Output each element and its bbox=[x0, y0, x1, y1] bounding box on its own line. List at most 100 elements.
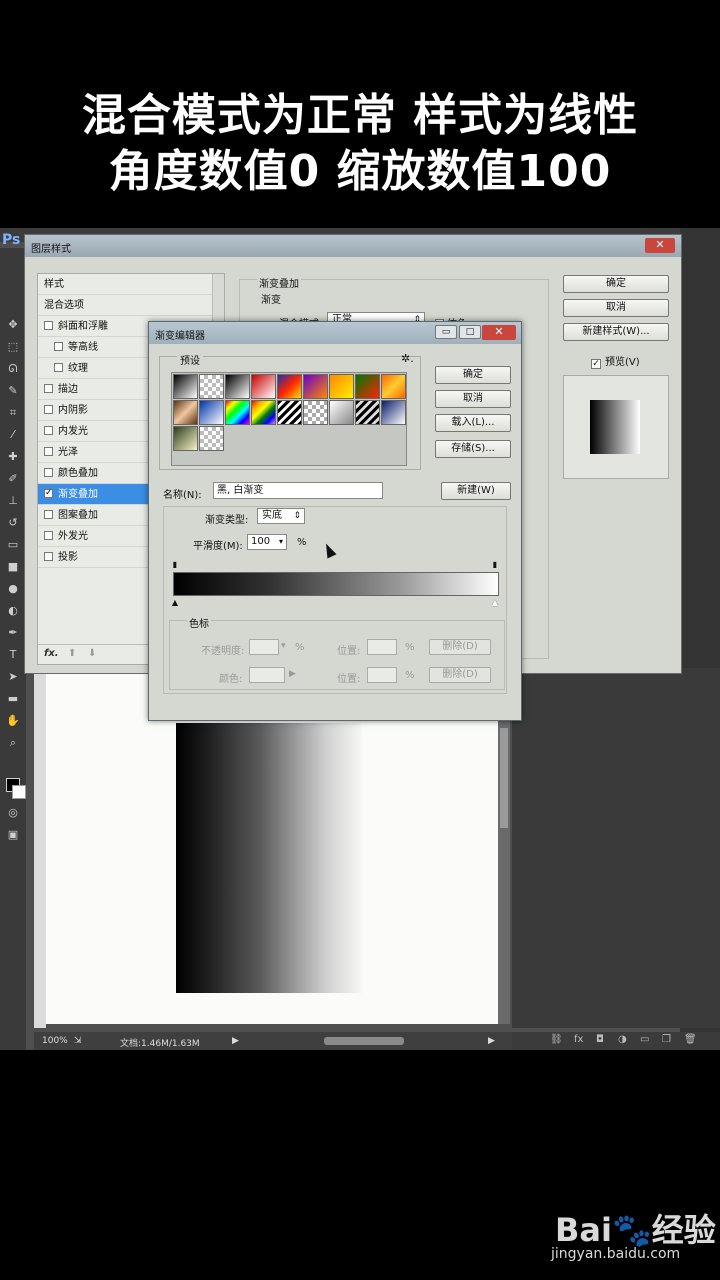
layer-style-titlebar[interactable]: 图层样式 ✕ bbox=[25, 235, 681, 257]
gradient-preset-swatch[interactable] bbox=[173, 400, 198, 425]
color-swatch[interactable] bbox=[249, 667, 285, 683]
color-location-input[interactable] bbox=[367, 667, 397, 683]
maximize-icon[interactable]: □ bbox=[459, 325, 481, 339]
gradient-preset-swatch[interactable] bbox=[381, 374, 406, 399]
preview-checkbox-box[interactable]: ✓ bbox=[591, 359, 601, 369]
marquee-tool-icon[interactable]: ⬚ bbox=[6, 340, 20, 354]
new-style-button[interactable]: 新建样式(W)... bbox=[563, 323, 669, 341]
screen-mode-icon[interactable]: ▣ bbox=[6, 828, 20, 842]
preview-checkbox[interactable]: ✓ 预览(V) bbox=[591, 353, 640, 369]
trash-icon[interactable]: 🗑 bbox=[684, 1034, 697, 1045]
document-canvas[interactable] bbox=[46, 668, 498, 1024]
gradient-new-button[interactable]: 新建(W) bbox=[441, 482, 511, 500]
style-item-checkbox[interactable] bbox=[44, 384, 53, 393]
status-arrow-icon[interactable]: ▶ bbox=[232, 1036, 239, 1046]
color-stop-left[interactable]: ▲ bbox=[171, 598, 179, 608]
crop-tool-icon[interactable]: ⌗ bbox=[6, 406, 20, 420]
brush-tool-icon[interactable]: ✐ bbox=[6, 472, 20, 486]
layer-style-cancel-button[interactable]: 取消 bbox=[563, 299, 669, 317]
shape-tool-icon[interactable]: ▬ bbox=[6, 692, 20, 706]
gradient-preset-swatch[interactable] bbox=[199, 426, 224, 451]
gradient-preset-swatch[interactable] bbox=[199, 400, 224, 425]
pen-tool-icon[interactable]: ✒ bbox=[6, 626, 20, 640]
gradient-preset-swatch[interactable] bbox=[173, 374, 198, 399]
color-stop-right[interactable]: ▲ bbox=[491, 598, 499, 608]
canvas-vertical-scrollbar[interactable] bbox=[498, 668, 510, 1024]
style-item-checkbox[interactable] bbox=[44, 321, 53, 330]
background-color-swatch[interactable] bbox=[12, 785, 26, 799]
delete-opacity-stop-button[interactable]: 删除(D) bbox=[429, 639, 491, 655]
gradient-preset-swatch[interactable] bbox=[225, 400, 250, 425]
move-tool-icon[interactable]: ✥ bbox=[6, 318, 20, 332]
gradient-preset-swatch[interactable] bbox=[329, 374, 354, 399]
eyedropper-tool-icon[interactable]: ⁄ bbox=[6, 428, 20, 442]
quick-mask-icon[interactable]: ◎ bbox=[6, 806, 20, 820]
gradient-preset-swatch[interactable] bbox=[303, 400, 328, 425]
opacity-stop-right[interactable]: ▮ bbox=[491, 560, 499, 570]
opacity-chevron-icon[interactable]: ▾ bbox=[281, 641, 286, 651]
fx-icon[interactable]: fx bbox=[574, 1034, 583, 1045]
smoothness-input[interactable]: 100 ▾ bbox=[247, 534, 287, 550]
color-menu-arrow-icon[interactable]: ▶ bbox=[289, 669, 296, 679]
blend-options-item[interactable]: 混合选项 bbox=[38, 295, 212, 316]
layer-style-ok-button[interactable]: 确定 bbox=[563, 275, 669, 293]
new-layer-icon[interactable]: ❐ bbox=[662, 1034, 671, 1045]
style-item-checkbox[interactable] bbox=[44, 426, 53, 435]
opacity-input[interactable] bbox=[249, 639, 279, 655]
gradient-preset-swatch[interactable] bbox=[355, 400, 380, 425]
status-right-arrow-icon[interactable]: ▶ bbox=[488, 1036, 495, 1046]
gradient-save-button[interactable]: 存储(S)... bbox=[435, 440, 511, 458]
style-list-header[interactable]: 样式 bbox=[38, 274, 212, 295]
horizontal-scrollbar-thumb[interactable] bbox=[324, 1037, 404, 1045]
eraser-tool-icon[interactable]: ▭ bbox=[6, 538, 20, 552]
gradient-preset-swatch[interactable] bbox=[225, 374, 250, 399]
quick-select-tool-icon[interactable]: ✎ bbox=[6, 384, 20, 398]
style-item-checkbox[interactable] bbox=[44, 468, 53, 477]
share-icon[interactable]: ⇲ bbox=[74, 1036, 82, 1046]
lasso-tool-icon[interactable]: ᘏ bbox=[6, 362, 20, 376]
adjustment-icon[interactable]: ◑ bbox=[618, 1034, 627, 1045]
gradient-name-input[interactable]: 黑, 白渐变 bbox=[213, 482, 383, 499]
mask-icon[interactable]: ◘ bbox=[596, 1034, 604, 1045]
link-layers-icon[interactable]: ⛓ bbox=[550, 1034, 563, 1045]
gradient-preset-swatch[interactable] bbox=[355, 374, 380, 399]
delete-color-stop-button[interactable]: 删除(D) bbox=[429, 667, 491, 683]
presets-gear-icon[interactable]: ✲. bbox=[401, 352, 414, 365]
gradient-type-select[interactable]: 实底 ⇕ bbox=[257, 508, 305, 524]
history-brush-icon[interactable]: ↺ bbox=[6, 516, 20, 530]
zoom-tool-icon[interactable]: ⌕ bbox=[6, 736, 20, 750]
group-icon[interactable]: ▭ bbox=[640, 1034, 649, 1045]
chevron-down-icon[interactable]: ▾ bbox=[279, 535, 283, 549]
gradient-bar[interactable] bbox=[173, 572, 499, 596]
gradient-preset-swatch[interactable] bbox=[277, 400, 302, 425]
style-item-checkbox[interactable] bbox=[44, 552, 53, 561]
move-down-icon[interactable]: ⬇ bbox=[88, 648, 96, 659]
gradient-editor-titlebar[interactable]: 渐变编辑器 ▭ □ ✕ bbox=[149, 322, 521, 344]
style-item-checkbox[interactable] bbox=[54, 342, 63, 351]
gradient-preset-swatch[interactable] bbox=[381, 400, 406, 425]
type-tool-icon[interactable]: T bbox=[6, 648, 20, 662]
gradient-load-button[interactable]: 载入(L)... bbox=[435, 414, 511, 432]
gradient-preset-swatch[interactable] bbox=[199, 374, 224, 399]
stamp-tool-icon[interactable]: ⊥ bbox=[6, 494, 20, 508]
style-item-checkbox[interactable]: ✓ bbox=[44, 489, 53, 498]
style-item-checkbox[interactable] bbox=[44, 447, 53, 456]
gradient-preset-swatch[interactable] bbox=[251, 374, 276, 399]
minimize-icon[interactable]: ▭ bbox=[435, 325, 457, 339]
hand-tool-icon[interactable]: ✋ bbox=[6, 714, 20, 728]
gradient-ok-button[interactable]: 确定 bbox=[435, 366, 511, 384]
gradient-cancel-button[interactable]: 取消 bbox=[435, 390, 511, 408]
healing-tool-icon[interactable]: ✚ bbox=[6, 450, 20, 464]
gradient-preset-swatch[interactable] bbox=[173, 426, 198, 451]
gradient-tool-icon[interactable]: ■ bbox=[6, 560, 20, 574]
gradient-preset-swatch[interactable] bbox=[303, 374, 328, 399]
zoom-level[interactable]: 100% bbox=[42, 1036, 68, 1046]
style-item-checkbox[interactable] bbox=[54, 363, 63, 372]
scrollbar-thumb[interactable] bbox=[500, 728, 508, 828]
layer-style-close-button[interactable]: ✕ bbox=[645, 238, 675, 253]
style-item-checkbox[interactable] bbox=[44, 405, 53, 414]
path-select-icon[interactable]: ➤ bbox=[6, 670, 20, 684]
gradient-preset-swatch[interactable] bbox=[277, 374, 302, 399]
fx-menu-icon[interactable]: fx. bbox=[44, 648, 59, 659]
dodge-tool-icon[interactable]: ◐ bbox=[6, 604, 20, 618]
